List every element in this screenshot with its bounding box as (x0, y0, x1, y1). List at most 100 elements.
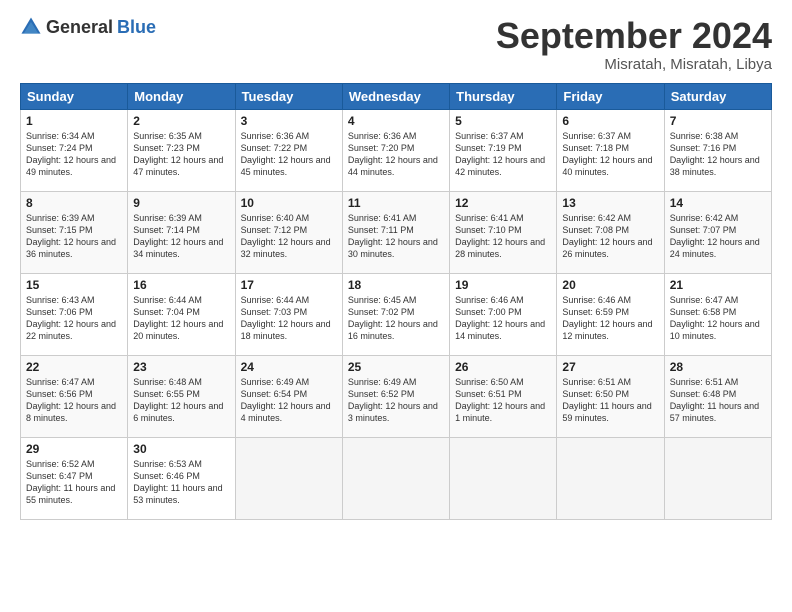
day-number: 16 (133, 278, 229, 292)
table-row: 26 Sunrise: 6:50 AMSunset: 6:51 PMDayligh… (450, 355, 557, 437)
day-number: 29 (26, 442, 122, 456)
day-number: 10 (241, 196, 337, 210)
day-number: 14 (670, 196, 766, 210)
table-row: 22 Sunrise: 6:47 AMSunset: 6:56 PMDayligh… (21, 355, 128, 437)
day-number: 13 (562, 196, 658, 210)
day-number: 1 (26, 114, 122, 128)
table-row: 12 Sunrise: 6:41 AMSunset: 7:10 PMDayligh… (450, 191, 557, 273)
cell-info: Sunrise: 6:40 AMSunset: 7:12 PMDaylight:… (241, 213, 331, 259)
cell-info: Sunrise: 6:53 AMSunset: 6:46 PMDaylight:… (133, 459, 222, 505)
table-row: 7 Sunrise: 6:38 AMSunset: 7:16 PMDaylight… (664, 109, 771, 191)
table-row: 11Sunrise: 6:41 AMSunset: 7:11 PMDayligh… (342, 191, 449, 273)
cell-info: Sunrise: 6:36 AMSunset: 7:20 PMDaylight:… (348, 131, 438, 177)
table-row: 3 Sunrise: 6:36 AMSunset: 7:22 PMDaylight… (235, 109, 342, 191)
cell-info: Sunrise: 6:45 AMSunset: 7:02 PMDaylight:… (348, 295, 438, 341)
cell-info: Sunrise: 6:49 AMSunset: 6:52 PMDaylight:… (348, 377, 438, 423)
table-row (664, 437, 771, 519)
table-row: 1 Sunrise: 6:34 AMSunset: 7:24 PMDaylight… (21, 109, 128, 191)
day-number: 7 (670, 114, 766, 128)
day-number: 17 (241, 278, 337, 292)
logo: GeneralBlue (20, 16, 156, 38)
col-monday: Monday (128, 83, 235, 109)
table-row: 21Sunrise: 6:47 AMSunset: 6:58 PMDayligh… (664, 273, 771, 355)
day-number: 18 (348, 278, 444, 292)
day-number: 12 (455, 196, 551, 210)
cell-info: Sunrise: 6:35 AMSunset: 7:23 PMDaylight:… (133, 131, 223, 177)
table-row: 17 Sunrise: 6:44 AMSunset: 7:03 PMDayligh… (235, 273, 342, 355)
table-row: 30 Sunrise: 6:53 AMSunset: 6:46 PMDayligh… (128, 437, 235, 519)
day-number: 30 (133, 442, 229, 456)
day-number: 5 (455, 114, 551, 128)
cell-info: Sunrise: 6:44 AMSunset: 7:03 PMDaylight:… (241, 295, 331, 341)
col-sunday: Sunday (21, 83, 128, 109)
table-row (557, 437, 664, 519)
col-wednesday: Wednesday (342, 83, 449, 109)
day-number: 2 (133, 114, 229, 128)
day-number: 25 (348, 360, 444, 374)
table-row: 18 Sunrise: 6:45 AMSunset: 7:02 PMDayligh… (342, 273, 449, 355)
table-row: 29 Sunrise: 6:52 AMSunset: 6:47 PMDayligh… (21, 437, 128, 519)
cell-info: Sunrise: 6:41 AMSunset: 7:10 PMDaylight:… (455, 213, 545, 259)
cell-info: Sunrise: 6:52 AMSunset: 6:47 PMDaylight:… (26, 459, 115, 505)
cell-info: Sunrise: 6:46 AMSunset: 7:00 PMDaylight:… (455, 295, 545, 341)
cell-info: Sunrise: 6:36 AMSunset: 7:22 PMDaylight:… (241, 131, 331, 177)
table-row: 13 Sunrise: 6:42 AMSunset: 7:08 PMDayligh… (557, 191, 664, 273)
calendar-header-row: Sunday Monday Tuesday Wednesday Thursday… (21, 83, 772, 109)
table-row: 27 Sunrise: 6:51 AMSunset: 6:50 PMDayligh… (557, 355, 664, 437)
day-number: 4 (348, 114, 444, 128)
page: GeneralBlue September 2024 Misratah, Mis… (0, 0, 792, 612)
day-number: 3 (241, 114, 337, 128)
day-number: 21 (670, 278, 766, 292)
day-number: 19 (455, 278, 551, 292)
col-thursday: Thursday (450, 83, 557, 109)
col-saturday: Saturday (664, 83, 771, 109)
table-row: 8 Sunrise: 6:39 AMSunset: 7:15 PMDaylight… (21, 191, 128, 273)
col-friday: Friday (557, 83, 664, 109)
col-tuesday: Tuesday (235, 83, 342, 109)
calendar-week-row: 29 Sunrise: 6:52 AMSunset: 6:47 PMDayligh… (21, 437, 772, 519)
table-row: 25 Sunrise: 6:49 AMSunset: 6:52 PMDayligh… (342, 355, 449, 437)
day-number: 15 (26, 278, 122, 292)
cell-info: Sunrise: 6:46 AMSunset: 6:59 PMDaylight:… (562, 295, 652, 341)
cell-info: Sunrise: 6:41 AMSunset: 7:11 PMDaylight:… (348, 213, 438, 259)
table-row: 2 Sunrise: 6:35 AMSunset: 7:23 PMDaylight… (128, 109, 235, 191)
table-row: 15 Sunrise: 6:43 AMSunset: 7:06 PMDayligh… (21, 273, 128, 355)
table-row: 4 Sunrise: 6:36 AMSunset: 7:20 PMDaylight… (342, 109, 449, 191)
day-number: 26 (455, 360, 551, 374)
month-title: September 2024 (496, 16, 772, 56)
day-number: 8 (26, 196, 122, 210)
table-row: 10 Sunrise: 6:40 AMSunset: 7:12 PMDayligh… (235, 191, 342, 273)
calendar-week-row: 8 Sunrise: 6:39 AMSunset: 7:15 PMDaylight… (21, 191, 772, 273)
table-row: 23Sunrise: 6:48 AMSunset: 6:55 PMDayligh… (128, 355, 235, 437)
day-number: 28 (670, 360, 766, 374)
cell-info: Sunrise: 6:38 AMSunset: 7:16 PMDaylight:… (670, 131, 760, 177)
calendar-week-row: 22 Sunrise: 6:47 AMSunset: 6:56 PMDayligh… (21, 355, 772, 437)
day-number: 22 (26, 360, 122, 374)
header: GeneralBlue September 2024 Misratah, Mis… (20, 16, 772, 73)
cell-info: Sunrise: 6:43 AMSunset: 7:06 PMDaylight:… (26, 295, 116, 341)
day-number: 24 (241, 360, 337, 374)
cell-info: Sunrise: 6:49 AMSunset: 6:54 PMDaylight:… (241, 377, 331, 423)
cell-info: Sunrise: 6:44 AMSunset: 7:04 PMDaylight:… (133, 295, 223, 341)
cell-info: Sunrise: 6:34 AMSunset: 7:24 PMDaylight:… (26, 131, 116, 177)
table-row (342, 437, 449, 519)
cell-info: Sunrise: 6:39 AMSunset: 7:14 PMDaylight:… (133, 213, 223, 259)
table-row (235, 437, 342, 519)
logo-blue-text: Blue (117, 17, 156, 38)
cell-info: Sunrise: 6:51 AMSunset: 6:50 PMDaylight:… (562, 377, 651, 423)
table-row: 20Sunrise: 6:46 AMSunset: 6:59 PMDayligh… (557, 273, 664, 355)
cell-info: Sunrise: 6:39 AMSunset: 7:15 PMDaylight:… (26, 213, 116, 259)
table-row: 28Sunrise: 6:51 AMSunset: 6:48 PMDayligh… (664, 355, 771, 437)
cell-info: Sunrise: 6:50 AMSunset: 6:51 PMDaylight:… (455, 377, 545, 423)
table-row: 14Sunrise: 6:42 AMSunset: 7:07 PMDayligh… (664, 191, 771, 273)
calendar-table: Sunday Monday Tuesday Wednesday Thursday… (20, 83, 772, 520)
logo-general-text: General (46, 17, 113, 38)
day-number: 27 (562, 360, 658, 374)
table-row: 16 Sunrise: 6:44 AMSunset: 7:04 PMDayligh… (128, 273, 235, 355)
table-row: 19 Sunrise: 6:46 AMSunset: 7:00 PMDayligh… (450, 273, 557, 355)
cell-info: Sunrise: 6:42 AMSunset: 7:08 PMDaylight:… (562, 213, 652, 259)
cell-info: Sunrise: 6:47 AMSunset: 6:56 PMDaylight:… (26, 377, 116, 423)
day-number: 23 (133, 360, 229, 374)
table-row: 9Sunrise: 6:39 AMSunset: 7:14 PMDaylight… (128, 191, 235, 273)
title-block: September 2024 Misratah, Misratah, Libya (496, 16, 772, 73)
